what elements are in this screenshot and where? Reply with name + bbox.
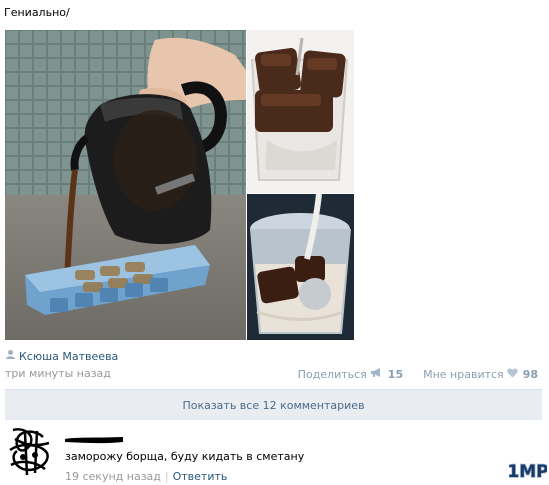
- post-photo-coffee-pour[interactable]: [5, 30, 246, 340]
- show-all-comments-button[interactable]: Показать все 12 комментариев: [5, 389, 542, 420]
- post-author[interactable]: Ксюша Матвеева: [5, 349, 118, 363]
- comment-meta: 19 секунд назад | Ответить: [65, 470, 227, 483]
- comment-author-redacted: [65, 434, 123, 444]
- post-timestamp[interactable]: три минуты назад: [5, 367, 111, 380]
- reply-button[interactable]: Ответить: [173, 470, 228, 483]
- like-label: Мне нравится: [423, 367, 504, 381]
- post-photo-milk-pour[interactable]: [247, 194, 354, 340]
- meta-separator: |: [164, 470, 169, 483]
- share-label: Поделиться: [297, 367, 367, 381]
- like-button[interactable]: Мне нравится 98: [423, 368, 538, 381]
- user-icon: [5, 349, 16, 363]
- comment-timestamp[interactable]: 19 секунд назад: [65, 470, 161, 483]
- post-actions: Поделиться 15 Мне нравится 98: [298, 367, 538, 381]
- share-button[interactable]: Поделиться 15: [298, 367, 403, 381]
- comment-avatar[interactable]: [5, 425, 55, 480]
- post-author-name[interactable]: Ксюша Матвеева: [19, 350, 118, 363]
- like-count: 98: [522, 367, 538, 381]
- post-text: Гениально/: [4, 6, 70, 19]
- share-count: 15: [387, 367, 404, 381]
- megaphone-icon: [370, 367, 383, 381]
- watermark-text: 1MP: [509, 462, 547, 481]
- heart-icon: [506, 368, 518, 381]
- post-photo-coffee-cubes[interactable]: [247, 30, 354, 193]
- watermark-logo: 1MP: [507, 459, 549, 483]
- comment-text: заморожу борща, буду кидать в сметану: [65, 450, 305, 463]
